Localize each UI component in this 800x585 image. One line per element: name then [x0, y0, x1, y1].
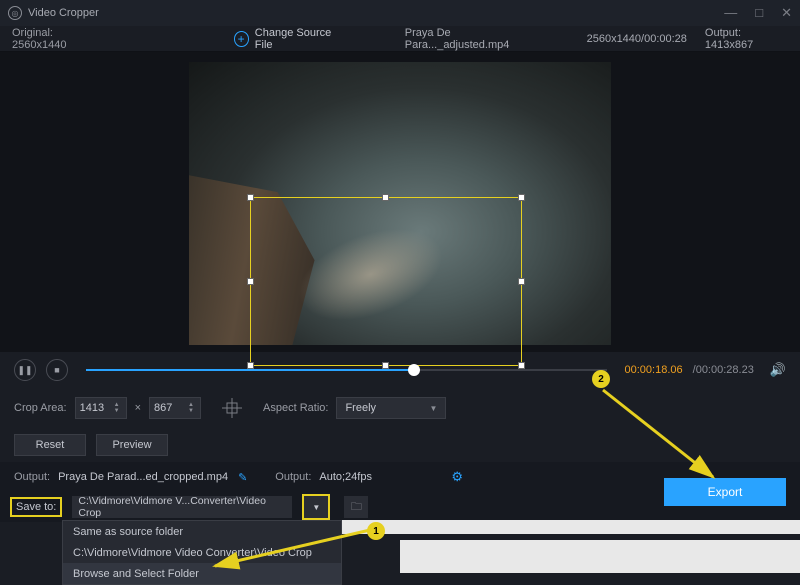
edit-icon[interactable]: ✎ — [238, 471, 247, 484]
output-dimensions: Output: 1413x867 — [705, 27, 788, 51]
crop-area-label: Crop Area: — [14, 402, 67, 414]
crop-height-input[interactable]: 867 ▲▼ — [149, 397, 201, 419]
annotation-highlight: Save to: — [10, 497, 62, 517]
current-time: 00:00:18.06 — [625, 364, 683, 376]
output-file-label: Output: — [14, 471, 50, 483]
save-path-display: C:\Vidmore\Vidmore V...Converter\Video C… — [72, 496, 292, 518]
seek-track[interactable] — [86, 369, 607, 371]
crop-width-input[interactable]: 1413 ▲▼ — [75, 397, 127, 419]
reset-button[interactable]: Reset — [14, 434, 86, 456]
multiply-icon: × — [135, 402, 141, 414]
preview-button[interactable]: Preview — [96, 434, 168, 456]
plus-icon: + — [234, 31, 249, 47]
duration-time: /00:00:28.23 — [693, 364, 754, 376]
top-toolbar: Original: 2560x1440 + Change Source File… — [0, 26, 800, 52]
spinner-icon[interactable]: ▲▼ — [114, 399, 124, 417]
annotation-badge-2: 2 — [592, 370, 610, 388]
chevron-down-icon: ▼ — [430, 404, 438, 413]
center-crosshair-button[interactable] — [221, 397, 243, 419]
crop-controls: Crop Area: 1413 ▲▼ × 867 ▲▼ Aspect Ratio… — [0, 388, 800, 428]
save-path-dropdown: Same as source folder C:\Vidmore\Vidmore… — [62, 520, 342, 585]
video-frame — [189, 62, 611, 345]
source-dimensions-time: 2560x1440/00:00:28 — [587, 33, 687, 45]
close-button[interactable]: ✕ — [781, 5, 792, 21]
dropdown-item-browse[interactable]: Browse and Select Folder — [63, 563, 341, 584]
volume-icon[interactable]: 🔊 — [770, 362, 786, 378]
pause-button[interactable]: ❚❚ — [14, 359, 36, 381]
output-filename: Praya De Parad...ed_cropped.mp4 — [58, 471, 228, 483]
dropdown-item-path[interactable]: C:\Vidmore\Vidmore Video Converter\Video… — [63, 542, 341, 563]
dropdown-item-same-folder[interactable]: Same as source folder — [63, 521, 341, 542]
background-strip — [400, 540, 800, 573]
open-folder-button[interactable]: 🗀 — [344, 496, 368, 518]
action-buttons: Reset Preview — [0, 428, 800, 462]
change-source-button[interactable]: + Change Source File — [234, 27, 347, 51]
playback-bar: ❚❚ ■ 00:00:18.06 /00:00:28.23 🔊 — [0, 352, 800, 388]
minimize-button[interactable]: — — [724, 5, 737, 21]
app-icon: ◎ — [8, 6, 22, 20]
aspect-ratio-select[interactable]: Freely ▼ — [336, 397, 446, 419]
gear-icon[interactable]: ⚙ — [451, 469, 463, 485]
chevron-down-icon: ▼ — [312, 503, 320, 512]
output-format: Auto;24fps — [319, 471, 439, 483]
source-filename: Praya De Para..._adjusted.mp4 — [405, 27, 551, 51]
maximize-button[interactable]: □ — [755, 5, 763, 21]
change-source-label: Change Source File — [255, 27, 347, 51]
annotation-badge-1: 1 — [367, 522, 385, 540]
save-path-dropdown-button[interactable]: ▼ — [304, 496, 328, 518]
window-controls: — □ ✕ — [724, 5, 792, 21]
spinner-icon[interactable]: ▲▼ — [188, 399, 198, 417]
seek-thumb[interactable] — [408, 364, 420, 376]
window-title: Video Cropper — [28, 7, 99, 19]
aspect-ratio-label: Aspect Ratio: — [263, 402, 328, 414]
stop-button[interactable]: ■ — [46, 359, 68, 381]
save-to-label: Save to: — [16, 501, 56, 513]
titlebar: ◎ Video Cropper — □ ✕ — [0, 0, 800, 26]
video-preview[interactable] — [0, 52, 800, 352]
seek-fill — [86, 369, 414, 371]
annotation-highlight: ▼ — [302, 494, 330, 520]
export-button[interactable]: Export — [664, 478, 786, 506]
original-dimensions: Original: 2560x1440 — [12, 27, 106, 51]
output-format-label: Output: — [275, 471, 311, 483]
